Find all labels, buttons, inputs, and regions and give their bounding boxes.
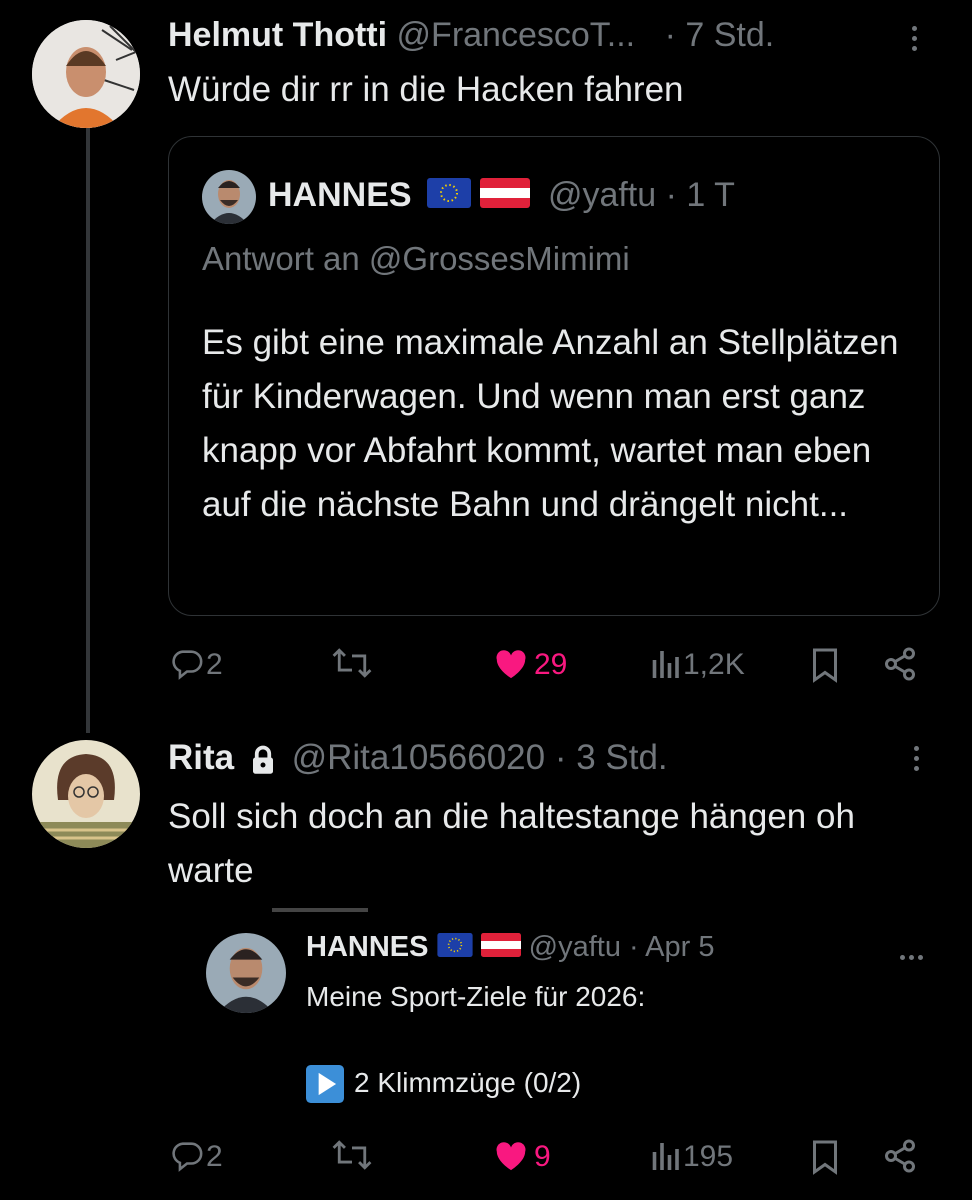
timestamp[interactable]: · 7 Std. — [665, 16, 775, 54]
embedded-avatar — [206, 933, 286, 1013]
bookmark-icon[interactable] — [810, 646, 840, 684]
embedded-timestamp: · Apr 5 — [629, 931, 715, 963]
avatar-hannes[interactable] — [202, 170, 256, 224]
avatar-helmut[interactable] — [32, 20, 140, 128]
tweet-text: Würde dir rr in die Hacken fahren — [168, 70, 684, 109]
cropped-text-fragment — [272, 908, 368, 912]
bookmark-icon[interactable] — [810, 1138, 840, 1176]
more-icon[interactable] — [914, 746, 920, 776]
author-name[interactable]: Helmut Thotti — [168, 16, 387, 54]
author-handle[interactable]: @FrancescoT... — [397, 16, 636, 54]
reply-count: 2 — [206, 648, 223, 681]
tweet-text: Soll sich doch an die haltestange hängen… — [168, 797, 855, 890]
views-icon[interactable] — [650, 1140, 680, 1170]
eu-flag-icon — [436, 932, 473, 965]
author-name[interactable]: Rita — [168, 738, 234, 777]
quoted-timestamp[interactable]: · 1 T — [666, 176, 735, 214]
more-icon — [900, 947, 923, 965]
like-count: 29 — [534, 648, 568, 681]
reply-to-label[interactable]: Antwort an @GrossesMimimi — [202, 240, 630, 278]
reply-icon[interactable] — [170, 646, 204, 680]
retweet-icon[interactable] — [330, 646, 374, 680]
timestamp[interactable]: · 3 Std. — [555, 738, 668, 777]
embedded-author-handle: @yaftu — [528, 931, 621, 963]
avatar-rita[interactable] — [32, 740, 140, 848]
reply-icon[interactable] — [170, 1138, 204, 1172]
lock-icon — [250, 745, 276, 775]
austria-flag-icon — [480, 177, 531, 217]
play-icon — [306, 1065, 344, 1103]
share-icon[interactable] — [882, 646, 918, 682]
embedded-image[interactable]: HANNES @yaftu · Apr 5 Meine Sport-Ziele … — [200, 905, 950, 1115]
eu-flag-icon — [427, 177, 472, 217]
austria-flag-icon — [480, 932, 521, 965]
embedded-text-line2: 2 Klimmzüge (0/2) — [354, 1067, 582, 1098]
like-count: 9 — [534, 1140, 551, 1173]
views-icon[interactable] — [650, 648, 680, 678]
reply-count: 2 — [206, 1140, 223, 1173]
retweet-icon[interactable] — [330, 1138, 374, 1172]
embedded-author-name: HANNES — [306, 931, 429, 963]
thread-line — [86, 128, 90, 733]
quoted-author-handle[interactable]: @yaftu — [548, 176, 656, 214]
views-count: 195 — [683, 1140, 734, 1173]
share-icon[interactable] — [882, 1138, 918, 1174]
quoted-author-name[interactable]: HANNES — [268, 176, 412, 214]
embedded-text-line1: Meine Sport-Ziele für 2026: — [306, 981, 646, 1012]
more-icon[interactable] — [912, 26, 918, 56]
like-icon[interactable] — [494, 1140, 528, 1172]
quoted-tweet-text: Es gibt eine maximale Anzahl an Stellplä… — [202, 323, 899, 524]
views-count: 1,2K — [683, 648, 745, 681]
author-handle[interactable]: @Rita10566020 — [292, 738, 546, 777]
like-icon[interactable] — [494, 648, 528, 680]
